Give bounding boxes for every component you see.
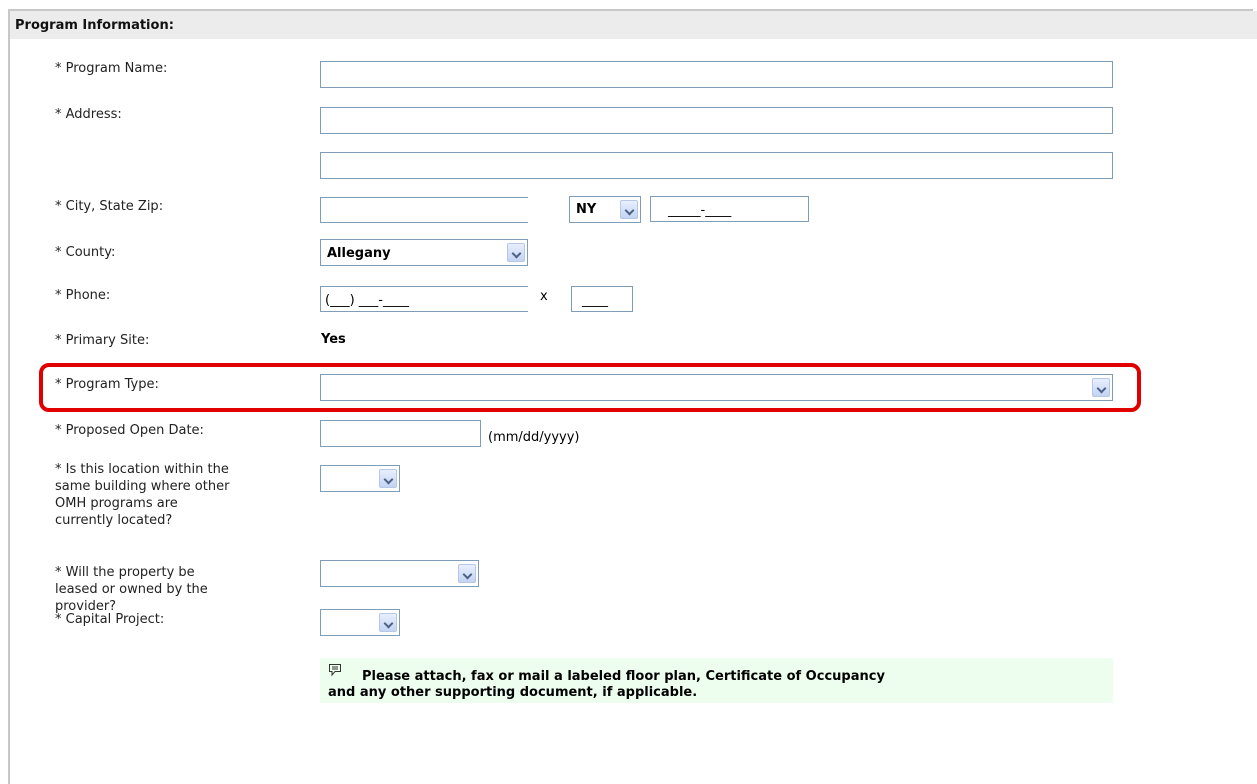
same-building-label-line1: * Is this location within the	[55, 462, 229, 477]
capital-project-select[interactable]	[320, 609, 400, 636]
same-building-label-line2: same building where other	[55, 479, 230, 494]
chevron-down-icon[interactable]	[458, 564, 476, 583]
city-input[interactable]	[320, 197, 528, 223]
program-type-label: * Program Type:	[55, 377, 159, 392]
program-name-label: * Program Name:	[55, 61, 168, 76]
city-state-zip-label: * City, State Zip:	[55, 199, 164, 214]
county-value: Allegany	[327, 246, 391, 261]
address-line2-input[interactable]	[320, 152, 1113, 179]
same-building-label-line4: currently located?	[55, 513, 173, 528]
chevron-down-icon[interactable]	[507, 243, 525, 262]
chevron-down-icon[interactable]	[379, 613, 397, 632]
phone-mask: (___) ___-____	[325, 293, 409, 308]
same-building-label: * Is this location within the same build…	[55, 461, 229, 529]
leased-owned-label: * Will the property be leased or owned b…	[55, 564, 208, 615]
program-type-select[interactable]	[320, 374, 1113, 401]
comment-icon	[329, 664, 341, 677]
county-select[interactable]: Allegany	[320, 239, 528, 266]
leased-owned-label-line2: leased or owned by the	[55, 582, 208, 597]
open-date-input[interactable]	[320, 420, 481, 447]
ext-label: x	[540, 289, 548, 304]
open-date-label: * Proposed Open Date:	[55, 423, 204, 438]
county-label: * County:	[55, 245, 116, 260]
zip-mask: _____-____	[668, 203, 732, 218]
ext-input[interactable]: ____	[571, 286, 633, 312]
same-building-label-line3: OMH programs are	[55, 496, 178, 511]
section-header	[10, 11, 1257, 39]
chevron-down-icon[interactable]	[379, 469, 397, 488]
address-line1-input[interactable]	[320, 107, 1113, 134]
leased-owned-select[interactable]	[320, 560, 479, 587]
program-name-input[interactable]	[320, 61, 1113, 88]
date-format-hint: (mm/dd/yyyy)	[488, 430, 580, 445]
capital-project-label: * Capital Project:	[55, 612, 165, 627]
attachment-note: Please attach, fax or mail a labeled flo…	[320, 658, 1113, 703]
section-title: Program Information:	[15, 18, 174, 33]
phone-input[interactable]: (___) ___-____	[320, 286, 528, 312]
zip-input[interactable]: _____-____	[650, 196, 809, 222]
primary-site-label: * Primary Site:	[55, 333, 150, 348]
chevron-down-icon[interactable]	[620, 200, 638, 219]
ext-mask: ____	[582, 293, 608, 308]
state-value: NY	[576, 202, 597, 217]
phone-label: * Phone:	[55, 288, 111, 303]
address-label: * Address:	[55, 107, 122, 122]
chevron-down-icon[interactable]	[1092, 378, 1110, 397]
primary-site-value: Yes	[321, 332, 346, 347]
leased-owned-label-line1: * Will the property be	[55, 565, 195, 580]
state-select[interactable]: NY	[569, 196, 641, 223]
note-line2: and any other supporting document, if ap…	[328, 685, 698, 700]
note-line1: Please attach, fax or mail a labeled flo…	[362, 669, 885, 684]
same-building-select[interactable]	[320, 465, 400, 492]
